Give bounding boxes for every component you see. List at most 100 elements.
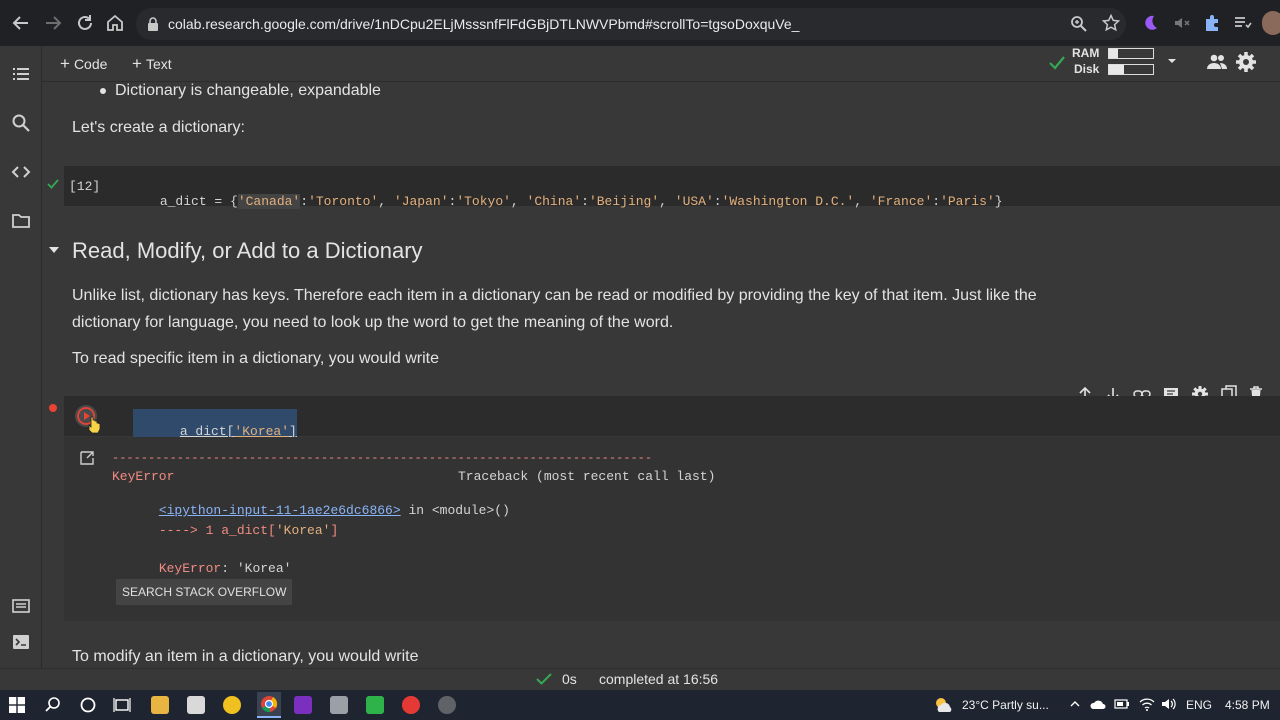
error-status-dot bbox=[49, 404, 57, 412]
store-bag-icon[interactable] bbox=[187, 696, 205, 714]
section-heading: Read, Modify, or Add to a Dictionary bbox=[72, 238, 423, 263]
error-line-message: : 'Korea' bbox=[221, 561, 292, 576]
share-people-icon[interactable] bbox=[1206, 52, 1228, 72]
plus-icon: + bbox=[60, 54, 70, 73]
tray-expand-chevron-icon[interactable] bbox=[1069, 698, 1081, 710]
disk-label: Disk bbox=[1074, 62, 1100, 76]
arrow-line-text: ----> 1 a_dict[ bbox=[158, 523, 276, 538]
volume-icon[interactable] bbox=[1161, 697, 1177, 711]
terminal-icon[interactable] bbox=[11, 632, 31, 652]
app-red-icon[interactable] bbox=[402, 696, 420, 714]
chrome-taskbar-button[interactable] bbox=[257, 692, 281, 718]
run-success-check-icon bbox=[47, 178, 59, 190]
search-icon[interactable] bbox=[11, 113, 31, 133]
files-folder-icon[interactable] bbox=[11, 211, 31, 231]
reading-list-icon[interactable] bbox=[1232, 13, 1252, 33]
error-type: KeyError bbox=[112, 469, 175, 484]
traceback-label: Traceback (most recent call last) bbox=[458, 469, 716, 484]
paragraph-text: To read specific item in a dictionary, y… bbox=[72, 350, 439, 367]
code-string: 'China' bbox=[526, 194, 582, 209]
url-text[interactable]: colab.research.google.com/drive/1nDCpu2E… bbox=[168, 16, 799, 32]
wifi-icon[interactable] bbox=[1139, 697, 1155, 711]
input-language[interactable]: ENG bbox=[1186, 698, 1212, 712]
traceback-divider: ----------------------------------------… bbox=[112, 451, 653, 465]
lock-icon[interactable] bbox=[146, 16, 160, 32]
mute-extension-icon[interactable] bbox=[1172, 13, 1192, 33]
ram-meter[interactable] bbox=[1108, 48, 1154, 59]
forward-arrow-icon[interactable] bbox=[42, 12, 64, 34]
onedrive-cloud-icon[interactable] bbox=[1090, 698, 1106, 710]
file-explorer-icon[interactable] bbox=[151, 696, 169, 714]
settings-gear-icon[interactable] bbox=[1235, 51, 1257, 73]
in-module-text: in <module>() bbox=[400, 503, 510, 518]
zoom-icon[interactable] bbox=[1070, 15, 1088, 33]
execution-count: [12] bbox=[69, 179, 101, 194]
code-string: 'Beijing' bbox=[588, 194, 660, 209]
status-check-icon bbox=[536, 672, 552, 686]
completed-time[interactable]: completed at 16:56 bbox=[599, 671, 718, 687]
code-string: 'USA' bbox=[674, 194, 714, 209]
table-of-contents-icon[interactable] bbox=[11, 64, 31, 84]
disk-meter[interactable] bbox=[1108, 64, 1154, 75]
cell-12-code[interactable]: a_dict = {'Canada':'Toronto', 'Japan':'T… bbox=[113, 179, 1003, 224]
clock-time[interactable]: 4:58 PM bbox=[1225, 698, 1270, 712]
clear-output-icon[interactable] bbox=[79, 450, 95, 466]
wechat-icon[interactable] bbox=[366, 696, 384, 714]
command-palette-icon[interactable] bbox=[11, 596, 31, 616]
app-grey-icon[interactable] bbox=[330, 696, 348, 714]
reload-icon[interactable] bbox=[74, 12, 96, 34]
execution-duration: 0s bbox=[562, 671, 577, 687]
app-yellow-icon[interactable] bbox=[223, 696, 241, 714]
taskbar-search-icon[interactable] bbox=[44, 696, 62, 714]
paragraph-line: Unlike list, dictionary has keys. Theref… bbox=[72, 287, 1037, 304]
bullet-text: Dictionary is changeable, expandable bbox=[115, 82, 381, 99]
collapse-section-icon[interactable] bbox=[47, 244, 61, 256]
extensions-puzzle-icon[interactable] bbox=[1202, 13, 1222, 33]
settings-app-icon[interactable] bbox=[438, 696, 456, 714]
onenote-icon[interactable] bbox=[294, 696, 312, 714]
ram-meter-fill bbox=[1109, 49, 1118, 58]
intro-text: Let's create a dictionary: bbox=[72, 119, 245, 136]
code-cell-12[interactable]: [12] a_dict = {'Canada':'Toronto', 'Japa… bbox=[47, 166, 1280, 209]
cortana-circle-icon[interactable] bbox=[79, 696, 97, 714]
paragraph-text: To modify an item in a dictionary, you w… bbox=[72, 648, 419, 665]
code-string: 'Canada' bbox=[237, 194, 301, 209]
arrow-line-suffix: ] bbox=[330, 523, 339, 538]
battery-plug-icon[interactable] bbox=[1114, 698, 1130, 710]
colab-toolbar: + Code + Text RAM Disk bbox=[0, 46, 1280, 82]
disk-meter-fill bbox=[1109, 65, 1125, 74]
code-text: } bbox=[994, 194, 1003, 209]
windows-start-icon[interactable] bbox=[9, 697, 25, 713]
add-text-button[interactable]: + Text bbox=[132, 54, 172, 74]
moon-extension-icon[interactable] bbox=[1140, 13, 1160, 33]
cell-output-area: ----------------------------------------… bbox=[64, 437, 1280, 621]
back-arrow-icon[interactable] bbox=[10, 12, 32, 34]
search-stack-overflow-button[interactable]: SEARCH STACK OVERFLOW bbox=[116, 579, 293, 605]
code-string: 'Japan' bbox=[393, 194, 449, 209]
browser-toolbar: colab.research.google.com/drive/1nDCpu2E… bbox=[0, 0, 1280, 46]
code-cell-11[interactable]: a_dict['Korea'] bbox=[49, 396, 1280, 454]
code-snippets-icon[interactable] bbox=[11, 162, 31, 182]
ram-label: RAM bbox=[1072, 46, 1100, 60]
address-bar[interactable]: colab.research.google.com/drive/1nDCpu2E… bbox=[136, 8, 1126, 40]
profile-avatar[interactable] bbox=[1262, 11, 1280, 35]
paragraph-line: dictionary for language, you need to loo… bbox=[72, 314, 674, 331]
error-line-name: KeyError bbox=[158, 561, 222, 576]
notebook-area: Dictionary is changeable, expandable Let… bbox=[43, 82, 1280, 670]
runtime-dropdown-icon[interactable] bbox=[1166, 56, 1178, 66]
weather-sun-cloud-icon[interactable] bbox=[932, 695, 954, 715]
home-icon[interactable] bbox=[104, 12, 126, 34]
code-string: 'Tokyo' bbox=[456, 194, 511, 209]
windows-taskbar: 23°C Partly su... ENG 4:58 PM bbox=[0, 690, 1280, 720]
task-view-icon[interactable] bbox=[113, 696, 131, 714]
connected-check-icon bbox=[1048, 55, 1066, 71]
add-code-label: Code bbox=[73, 56, 108, 72]
weather-text[interactable]: 23°C Partly su... bbox=[962, 698, 1049, 712]
arrow-line-key: 'Korea' bbox=[275, 523, 331, 538]
bookmark-star-icon[interactable] bbox=[1102, 14, 1120, 32]
code-string: 'Washington D.C.' bbox=[721, 194, 855, 209]
add-text-label: Text bbox=[145, 56, 172, 72]
plus-icon: + bbox=[132, 54, 142, 73]
add-code-button[interactable]: + Code bbox=[60, 54, 107, 74]
bullet-dot bbox=[100, 88, 106, 94]
